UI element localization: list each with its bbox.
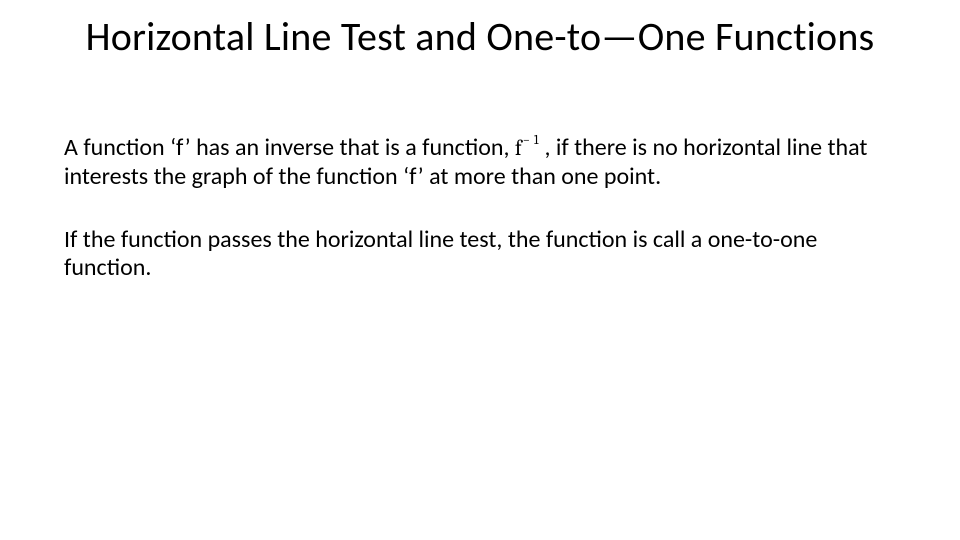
para1-pre: A function ‘f’ has an inverse that is a …: [64, 133, 515, 162]
f-inverse-base: f: [515, 135, 522, 161]
slide-title: Horizontal Line Test and One-to—One Func…: [0, 14, 960, 60]
slide: Horizontal Line Test and One-to—One Func…: [0, 0, 960, 540]
paragraph-2: If the function passes the horizontal li…: [64, 226, 896, 284]
paragraph-1: A function ‘f’ has an inverse that is a …: [64, 134, 896, 192]
slide-body: A function ‘f’ has an inverse that is a …: [64, 134, 896, 317]
f-inverse-exponent: − 1: [523, 133, 539, 148]
